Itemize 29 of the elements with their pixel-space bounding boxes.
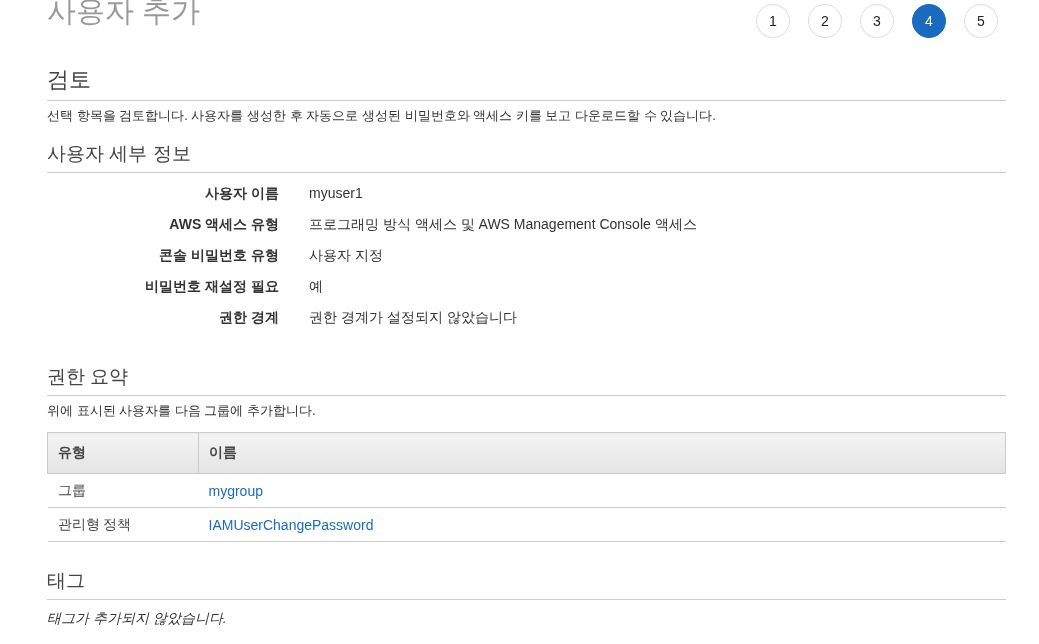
table-cell: 그룹	[47, 473, 199, 508]
detail-label: 비밀번호 재설정 필요	[144, 277, 279, 295]
table-cell: 관리형 정책	[47, 507, 199, 542]
step-button[interactable]: 1	[756, 4, 790, 38]
section-heading: 검토	[47, 56, 1006, 101]
section-heading: 사용자 세부 정보	[47, 141, 1006, 173]
step-button[interactable]: 4	[912, 4, 946, 38]
column-header: 이름	[198, 432, 1006, 474]
section-heading: 태그	[47, 568, 1006, 600]
name-link[interactable]: mygroup	[208, 482, 263, 499]
name-link[interactable]: IAMUserChangePassword	[208, 516, 374, 533]
detail-value: myuser1	[309, 184, 364, 202]
empty-tags-text: 태그가 추가되지 않았습니다.	[47, 610, 228, 628]
step-button[interactable]: 2	[808, 4, 842, 38]
detail-label: 사용자 이름	[204, 184, 279, 202]
detail-label: 콘솔 비밀번호 유형	[158, 246, 279, 264]
section-heading: 권한 요약	[47, 364, 1006, 396]
column-header: 유형	[47, 432, 199, 474]
step-button[interactable]: 5	[964, 4, 998, 38]
detail-value: 권한 경계가 설정되지 않았습니다	[309, 308, 518, 326]
detail-label: 권한 경계	[218, 308, 279, 326]
page-title: 사용자 추가	[47, 0, 201, 29]
detail-value: 예	[309, 277, 324, 295]
permissions-description: 위에 표시된 사용자를 다음 그룹에 추가합니다.	[47, 402, 317, 420]
detail-value: 프로그래밍 방식 액세스 및 AWS Management Console 액세스	[309, 215, 698, 233]
detail-value: 사용자 지정	[309, 246, 384, 264]
review-description: 선택 항목을 검토합니다. 사용자를 생성한 후 자동으로 생성된 비밀번호와 액세스 키를 보고 다운로드할 수 있습니다.	[47, 107, 717, 125]
detail-label: AWS 액세스 유형	[168, 215, 279, 233]
step-button[interactable]: 3	[860, 4, 894, 38]
